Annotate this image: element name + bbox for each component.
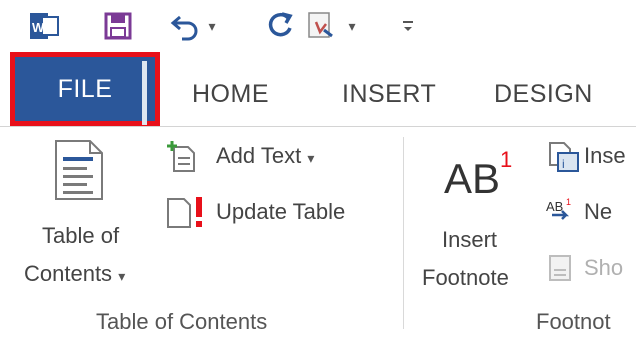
group-divider bbox=[403, 137, 404, 329]
table-of-contents-label-line2[interactable]: Contents ▾ bbox=[24, 261, 125, 287]
update-table-button[interactable]: Update Table bbox=[216, 199, 345, 225]
svg-text:AB: AB bbox=[546, 199, 563, 214]
toc-group-label: Table of Contents bbox=[96, 309, 268, 334]
table-of-contents-icon[interactable] bbox=[54, 139, 104, 206]
next-footnote-icon[interactable]: AB 1 bbox=[546, 197, 580, 232]
footnote-icon-text: AB bbox=[444, 155, 501, 202]
undo-dropdown-icon[interactable]: ▾ bbox=[204, 0, 220, 52]
table-of-contents-label-line1[interactable]: Table of bbox=[42, 223, 119, 249]
add-text-button[interactable]: Add Text ▾ bbox=[216, 143, 314, 169]
tab-design[interactable]: DESIGN bbox=[494, 66, 593, 122]
svg-text:i: i bbox=[562, 157, 565, 171]
next-footnote-label: Ne bbox=[584, 199, 613, 224]
tab-file-label: FILE bbox=[57, 74, 113, 103]
tab-insert[interactable]: INSERT bbox=[342, 66, 436, 122]
footnote-icon-superscript: 1 bbox=[500, 147, 513, 172]
update-table-icon[interactable] bbox=[166, 195, 210, 234]
redo-icon[interactable] bbox=[262, 0, 298, 52]
add-text-icon[interactable] bbox=[166, 141, 200, 178]
tab-home[interactable]: HOME bbox=[192, 66, 269, 122]
table-of-contents-label-text: Contents bbox=[24, 261, 113, 286]
customize-qat-icon[interactable] bbox=[396, 0, 420, 52]
tab-file-edge bbox=[142, 61, 147, 125]
show-notes-button: Sho bbox=[584, 255, 624, 280]
footnotes-group-label: Footnot bbox=[536, 309, 611, 334]
svg-text:W: W bbox=[32, 20, 45, 35]
svg-text:1: 1 bbox=[566, 197, 571, 207]
touch-mode-dropdown-icon[interactable]: ▾ bbox=[344, 0, 360, 52]
insert-endnote-button[interactable]: Inse bbox=[584, 143, 626, 169]
ribbon-tabs: FILE HOME INSERT DESIGN bbox=[0, 52, 636, 130]
show-notes-icon bbox=[546, 253, 576, 288]
save-icon[interactable] bbox=[100, 0, 136, 52]
add-text-chevron-down-icon: ▾ bbox=[307, 150, 315, 166]
add-text-label: Add Text bbox=[216, 143, 302, 168]
insert-footnote-label-line2[interactable]: Footnote bbox=[422, 265, 509, 291]
insert-footnote-icon[interactable]: AB 1 bbox=[444, 145, 524, 205]
next-footnote-button[interactable]: Ne bbox=[584, 199, 612, 225]
ribbon-panel: Table of Contents ▾ Add Text ▾ Update Ta… bbox=[0, 126, 636, 341]
chevron-down-icon: ▾ bbox=[118, 268, 126, 284]
word-app-icon[interactable]: W bbox=[26, 0, 62, 52]
quick-access-toolbar: W ▾ ▾ bbox=[0, 0, 636, 52]
insert-endnote-icon[interactable]: i bbox=[546, 141, 580, 178]
undo-icon[interactable] bbox=[168, 0, 204, 52]
insert-footnote-label-line1[interactable]: Insert bbox=[442, 227, 497, 253]
touch-mode-icon[interactable] bbox=[304, 0, 340, 52]
tab-file[interactable]: FILE bbox=[10, 52, 160, 126]
